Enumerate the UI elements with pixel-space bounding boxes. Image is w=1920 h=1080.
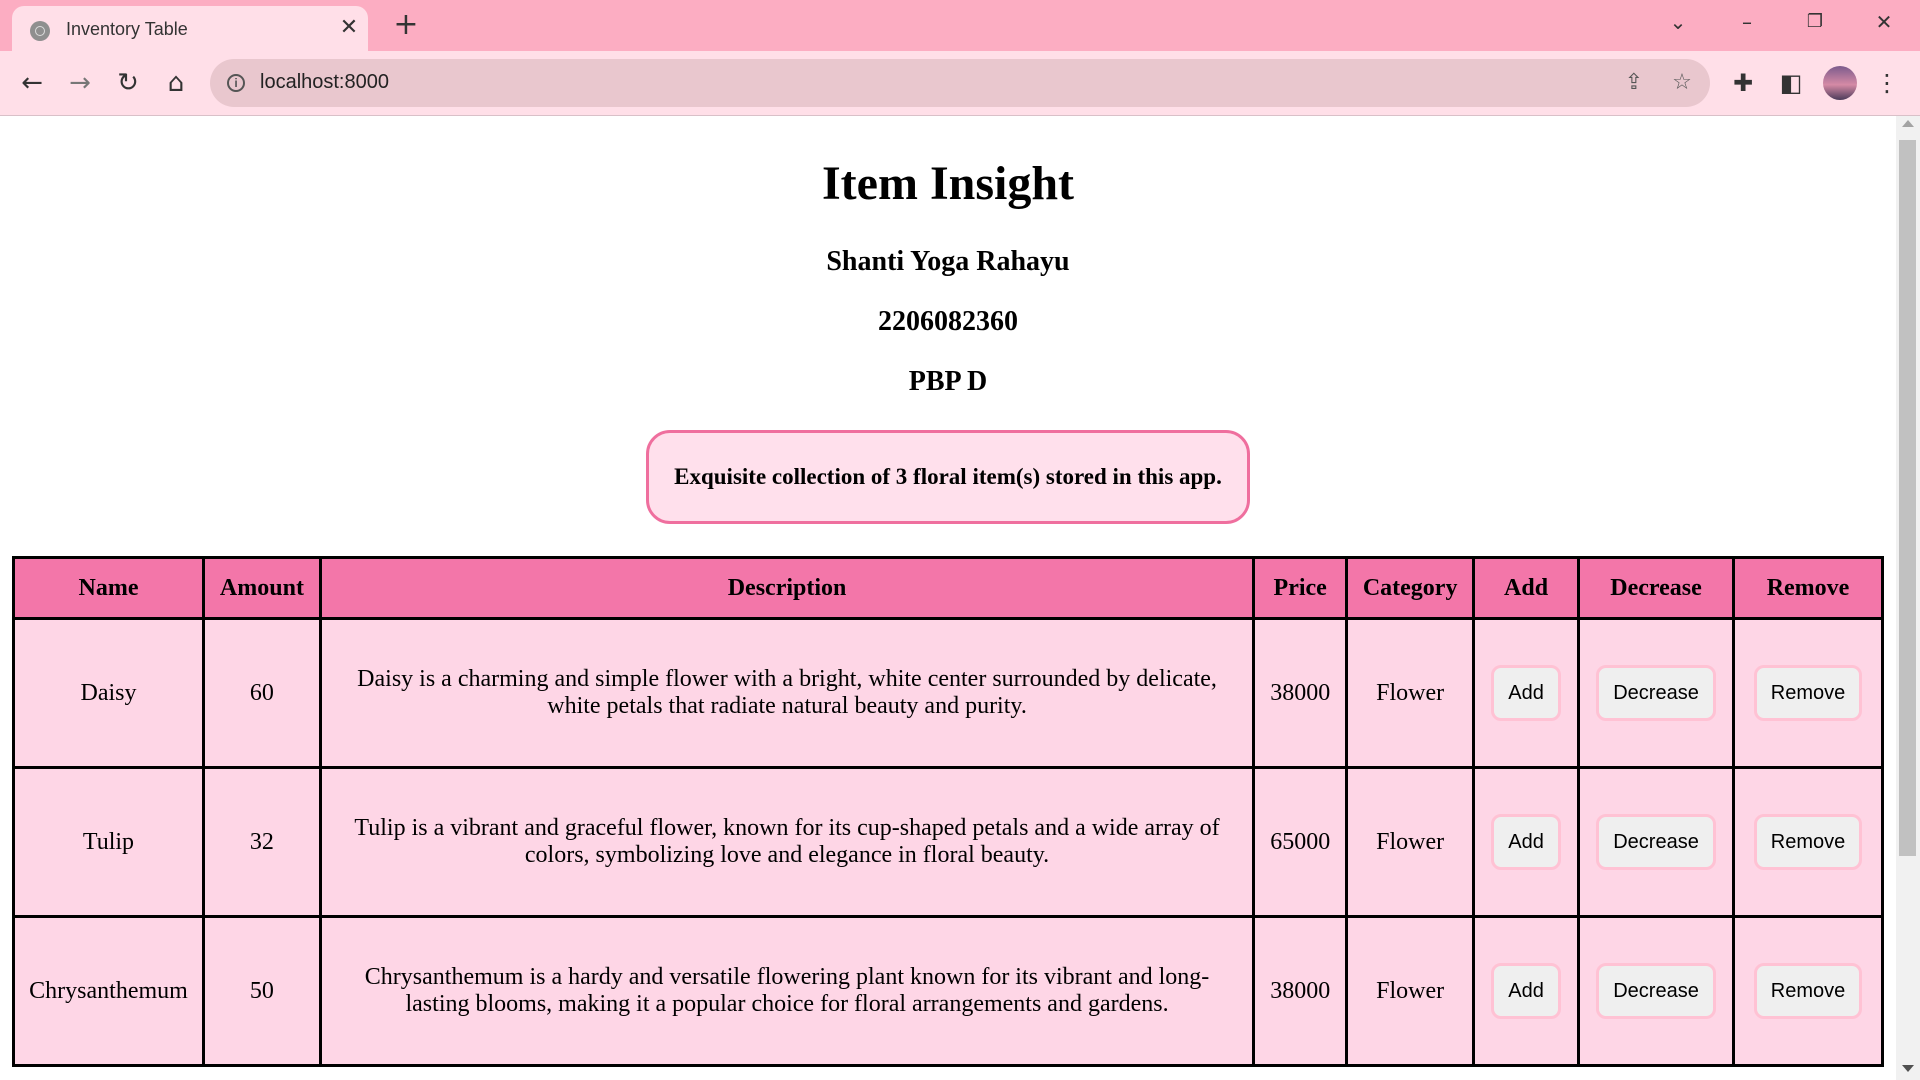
decrease-button[interactable]: Decrease bbox=[1596, 963, 1716, 1019]
item-name: Tulip bbox=[12, 766, 205, 918]
item-name: Daisy bbox=[12, 617, 205, 769]
header-amount: Amount bbox=[201, 556, 322, 620]
decrease-button[interactable]: Decrease bbox=[1596, 665, 1716, 721]
header-name: Name bbox=[12, 556, 205, 620]
inventory-table: Name Amount Description Price Category A… bbox=[12, 556, 1884, 1067]
tab-title: Inventory Table bbox=[66, 19, 188, 39]
item-amount: 32 bbox=[201, 766, 322, 918]
table-row: Tulip 32 Tulip is a vibrant and graceful… bbox=[12, 766, 1884, 918]
header-decrease: Decrease bbox=[1577, 556, 1736, 620]
header-remove: Remove bbox=[1732, 556, 1884, 620]
sidepanel-icon[interactable]: ◧ bbox=[1774, 66, 1808, 100]
info-icon[interactable]: i bbox=[227, 74, 245, 92]
remove-button[interactable]: Remove bbox=[1753, 814, 1863, 870]
student-class: PBP D bbox=[908, 366, 988, 397]
student-npm: 2206082360 bbox=[878, 306, 1018, 337]
close-icon[interactable]: ✕ bbox=[336, 15, 362, 41]
back-arrow-icon[interactable]: ← bbox=[14, 65, 50, 101]
header-description: Description bbox=[318, 556, 1256, 620]
decrease-cell: Decrease bbox=[1577, 915, 1736, 1067]
url-text: localhost:8000 bbox=[260, 71, 389, 93]
student-name: Shanti Yoga Rahayu bbox=[826, 246, 1070, 277]
share-icon[interactable]: ⇪ bbox=[1620, 69, 1648, 97]
vertical-scrollbar[interactable] bbox=[1896, 116, 1920, 1080]
window-close-icon[interactable]: ✕ bbox=[1864, 6, 1904, 38]
item-description: Chrysanthemum is a hardy and versatile f… bbox=[318, 915, 1256, 1067]
remove-cell: Remove bbox=[1732, 617, 1884, 769]
tab-strip: Inventory Table ✕ + ⌄ – ❐ ✕ bbox=[0, 0, 1920, 51]
item-description: Tulip is a vibrant and graceful flower, … bbox=[318, 766, 1256, 918]
scroll-up-arrow-icon[interactable] bbox=[1902, 120, 1914, 127]
item-price: 38000 bbox=[1252, 915, 1349, 1067]
add-cell: Add bbox=[1472, 617, 1581, 769]
remove-button[interactable]: Remove bbox=[1753, 963, 1863, 1019]
page-content: Item Insight Shanti Yoga Rahayu 22060823… bbox=[0, 116, 1896, 1080]
star-icon[interactable]: ☆ bbox=[1668, 69, 1696, 97]
forward-arrow-icon[interactable]: → bbox=[62, 65, 98, 101]
header-add: Add bbox=[1472, 556, 1581, 620]
scroll-thumb[interactable] bbox=[1899, 140, 1916, 856]
table-header-row: Name Amount Description Price Category A… bbox=[12, 556, 1884, 620]
item-amount: 50 bbox=[201, 915, 322, 1067]
puzzle-icon[interactable]: ✚ bbox=[1726, 66, 1760, 100]
plus-icon[interactable]: + bbox=[390, 10, 422, 42]
remove-cell: Remove bbox=[1732, 766, 1884, 918]
item-category: Flower bbox=[1345, 766, 1476, 918]
item-price: 65000 bbox=[1252, 766, 1349, 918]
avatar[interactable] bbox=[1823, 66, 1857, 100]
header-category: Category bbox=[1345, 556, 1476, 620]
table-row: Daisy 60 Daisy is a charming and simple … bbox=[12, 617, 1884, 769]
add-cell: Add bbox=[1472, 766, 1581, 918]
address-bar[interactable]: i localhost:8000 ⇪ ☆ bbox=[210, 59, 1710, 107]
item-amount: 60 bbox=[201, 617, 322, 769]
decrease-cell: Decrease bbox=[1577, 766, 1736, 918]
add-button[interactable]: Add bbox=[1491, 814, 1561, 870]
scroll-down-arrow-icon[interactable] bbox=[1902, 1065, 1914, 1072]
item-category: Flower bbox=[1345, 915, 1476, 1067]
decrease-button[interactable]: Decrease bbox=[1596, 814, 1716, 870]
chevron-down-icon[interactable]: ⌄ bbox=[1658, 6, 1698, 38]
decrease-cell: Decrease bbox=[1577, 617, 1736, 769]
item-description: Daisy is a charming and simple flower wi… bbox=[318, 617, 1256, 769]
home-icon[interactable]: ⌂ bbox=[158, 65, 194, 101]
item-price: 38000 bbox=[1252, 617, 1349, 769]
add-button[interactable]: Add bbox=[1491, 665, 1561, 721]
item-name: Chrysanthemum bbox=[12, 915, 205, 1067]
remove-cell: Remove bbox=[1732, 915, 1884, 1067]
item-category: Flower bbox=[1345, 617, 1476, 769]
table-row: Chrysanthemum 50 Chrysanthemum is a hard… bbox=[12, 915, 1884, 1067]
add-button[interactable]: Add bbox=[1491, 963, 1561, 1019]
reload-icon[interactable]: ↻ bbox=[110, 65, 146, 101]
minimize-icon[interactable]: – bbox=[1727, 6, 1767, 38]
browser-tab[interactable]: Inventory Table ✕ bbox=[12, 6, 368, 51]
header-price: Price bbox=[1252, 556, 1349, 620]
browser-toolbar: ← → ↻ ⌂ i localhost:8000 ⇪ ☆ ✚ ◧ ⋮ bbox=[0, 51, 1920, 116]
kebab-menu-icon[interactable]: ⋮ bbox=[1870, 66, 1904, 100]
restore-icon[interactable]: ❐ bbox=[1795, 6, 1835, 38]
remove-button[interactable]: Remove bbox=[1753, 665, 1863, 721]
item-count-banner: Exquisite collection of 3 floral item(s)… bbox=[646, 430, 1250, 524]
globe-icon bbox=[30, 21, 50, 41]
page-title: Item Insight bbox=[821, 157, 1075, 210]
item-count-text: Exquisite collection of 3 floral item(s)… bbox=[674, 464, 1222, 489]
add-cell: Add bbox=[1472, 915, 1581, 1067]
